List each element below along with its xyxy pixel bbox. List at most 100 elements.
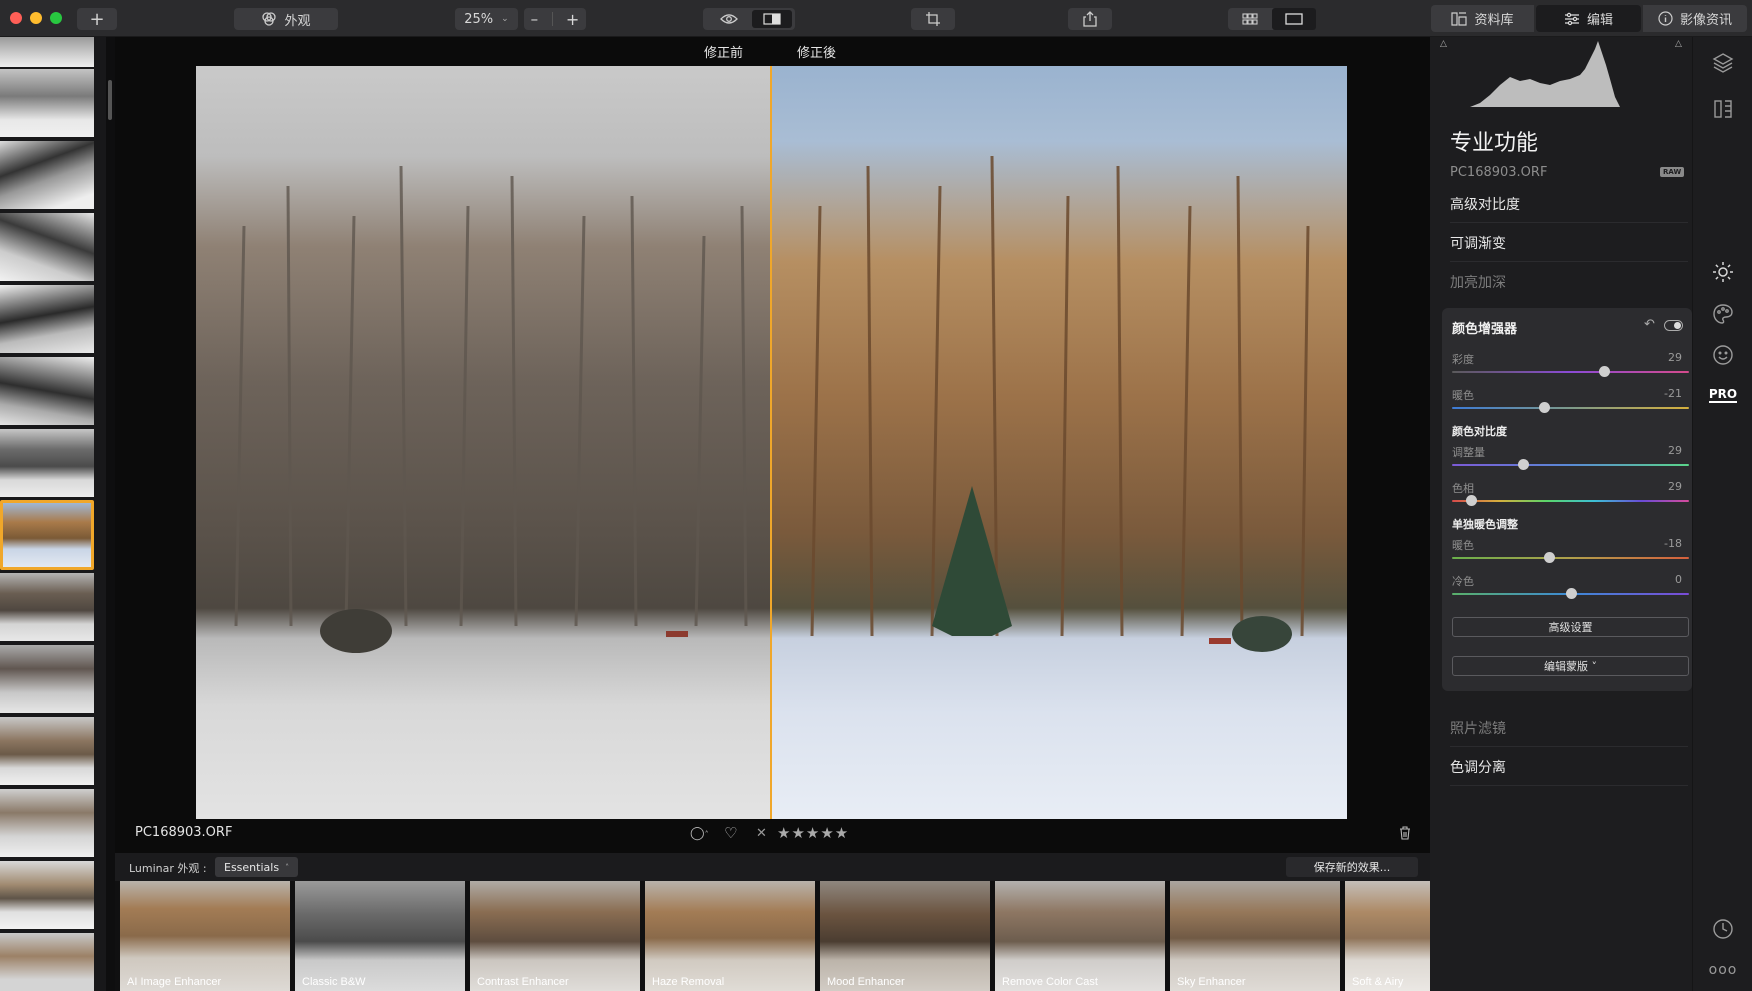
- reject-button[interactable]: ✕: [756, 826, 767, 841]
- look-thumbnail[interactable]: Classic B&W: [295, 881, 465, 991]
- film-thumbnail[interactable]: [0, 213, 94, 281]
- highlight-clipping-toggle[interactable]: △: [1675, 39, 1682, 49]
- visibility-toggle[interactable]: [1664, 320, 1683, 331]
- minimize-window-button[interactable]: [30, 12, 42, 24]
- save-look-button[interactable]: 保存新的效果...: [1286, 857, 1418, 877]
- slider-knob[interactable]: [1544, 552, 1556, 563]
- look-thumbnail[interactable]: Mood Enhancer: [820, 881, 990, 991]
- tool-label: 加亮加深: [1450, 275, 1506, 291]
- reset-icon[interactable]: ↶: [1644, 317, 1655, 332]
- zoom-in-button[interactable]: +: [566, 10, 579, 29]
- cool-slider[interactable]: [1452, 588, 1689, 599]
- slider-knob[interactable]: [1518, 459, 1530, 470]
- tab-info[interactable]: 影像资讯: [1643, 5, 1747, 32]
- tab-edit[interactable]: 编辑: [1536, 5, 1641, 32]
- warmth-slider[interactable]: [1452, 402, 1689, 413]
- compare-button[interactable]: [751, 10, 792, 28]
- layers-button[interactable]: [1711, 51, 1735, 75]
- star-rating[interactable]: ★★★★★: [777, 824, 849, 842]
- film-thumbnail[interactable]: [0, 357, 94, 425]
- eye-icon: [720, 14, 738, 24]
- shadow-clipping-toggle[interactable]: △: [1440, 39, 1447, 49]
- eye-preview-button[interactable]: [707, 8, 752, 30]
- warm-slider[interactable]: [1452, 552, 1689, 563]
- tool-label: 照片滤镜: [1450, 720, 1506, 737]
- film-thumbnail[interactable]: [0, 645, 94, 713]
- tab-library-label: 资料库: [1474, 13, 1514, 28]
- slider-value: 29: [1668, 351, 1682, 364]
- card-title: 颜色增强器: [1452, 322, 1518, 337]
- film-thumbnail[interactable]: [0, 141, 94, 209]
- look-thumbnail[interactable]: Contrast Enhancer: [470, 881, 640, 991]
- zoom-select[interactable]: 25% ⌄: [455, 8, 518, 30]
- film-thumbnail[interactable]: [0, 69, 94, 137]
- slider-label: 冷色: [1452, 575, 1474, 588]
- share-button[interactable]: [1068, 8, 1112, 30]
- portrait-button[interactable]: [1711, 343, 1735, 367]
- look-thumbnail[interactable]: Soft & Airy: [1345, 881, 1430, 991]
- close-window-button[interactable]: [10, 12, 22, 24]
- slider-label: 暖色: [1452, 539, 1474, 552]
- film-thumbnail[interactable]: [0, 429, 94, 497]
- history-button[interactable]: [1711, 917, 1735, 941]
- single-view-button[interactable]: [1272, 8, 1316, 30]
- clock-icon: [1713, 919, 1733, 939]
- crop-button[interactable]: [911, 8, 955, 30]
- slider-knob[interactable]: [1565, 588, 1577, 599]
- tool-photo-filter[interactable]: 照片滤镜: [1450, 709, 1688, 747]
- color-enhancer-card: 颜色增强器 ↶ 彩度 29 暖色 -21 颜色对比度 调整量 29 色相 29 …: [1442, 308, 1692, 691]
- tool-dodge-burn[interactable]: 加亮加深: [1450, 263, 1688, 301]
- film-thumbnail[interactable]: [0, 933, 94, 991]
- look-thumbnail[interactable]: Remove Color Cast: [995, 881, 1165, 991]
- looks-button[interactable]: 外观: [234, 8, 338, 30]
- favorite-button[interactable]: ♡: [724, 824, 737, 842]
- slider-knob[interactable]: [1539, 402, 1551, 413]
- slider-knob[interactable]: [1598, 366, 1610, 377]
- tool-adjustable-gradient[interactable]: 可调渐变: [1450, 224, 1688, 262]
- canvas-button[interactable]: [1711, 97, 1735, 121]
- more-button[interactable]: ooo: [1708, 958, 1738, 982]
- canvas-icon: [1714, 100, 1732, 118]
- panel-title: 专业功能: [1450, 131, 1539, 156]
- film-thumbnail[interactable]: [0, 717, 94, 785]
- delete-button[interactable]: [1399, 826, 1411, 843]
- color-label-button[interactable]: ◯˄: [690, 826, 709, 841]
- tab-library[interactable]: 资料库: [1431, 5, 1534, 32]
- filmstrip-scrollbar[interactable]: [108, 80, 112, 120]
- amount-slider[interactable]: [1452, 459, 1689, 470]
- pro-button[interactable]: PRO: [1708, 383, 1738, 407]
- compare-divider-handle[interactable]: [770, 66, 772, 819]
- tool-split-toning[interactable]: 色调分离: [1450, 748, 1688, 786]
- look-thumbnail[interactable]: Haze Removal: [645, 881, 815, 991]
- split-view-icon: [762, 13, 781, 25]
- more-dots-icon: ooo: [1708, 962, 1738, 978]
- film-thumbnail[interactable]: [0, 285, 94, 353]
- zoom-out-button[interactable]: –: [531, 10, 539, 28]
- edit-mask-button[interactable]: 编辑蒙版 ˅: [1452, 656, 1689, 676]
- creative-button[interactable]: [1711, 302, 1735, 326]
- looks-prefix: Luminar 外观 :: [129, 862, 207, 875]
- slider-knob[interactable]: [1465, 495, 1477, 506]
- look-label: Remove Color Cast: [1002, 976, 1098, 988]
- film-thumbnail[interactable]: [0, 789, 94, 857]
- tool-category-column: PRO ooo: [1692, 37, 1752, 991]
- saturation-slider[interactable]: [1452, 366, 1689, 377]
- zoom-window-button[interactable]: [50, 12, 62, 24]
- essentials-button[interactable]: [1711, 260, 1735, 284]
- film-thumbnail[interactable]: [0, 861, 94, 929]
- film-thumbnail[interactable]: [0, 37, 94, 67]
- look-thumbnail[interactable]: AI Image Enhancer: [120, 881, 290, 991]
- advanced-settings-button[interactable]: 高级设置: [1452, 617, 1689, 637]
- look-thumbnail[interactable]: Sky Enhancer: [1170, 881, 1340, 991]
- photo-after: [772, 66, 1347, 819]
- crop-icon: [926, 12, 940, 26]
- slider-label: 色相: [1452, 482, 1474, 495]
- chevron-down-icon: ⌄: [501, 14, 509, 24]
- grid-view-button[interactable]: [1228, 13, 1272, 25]
- film-thumbnail-selected[interactable]: [0, 500, 94, 570]
- add-button[interactable]: +: [77, 8, 117, 30]
- tool-advanced-contrast[interactable]: 高级对比度: [1450, 185, 1688, 223]
- hue-slider[interactable]: [1452, 495, 1689, 506]
- film-thumbnail[interactable]: [0, 573, 94, 641]
- looks-collection-select[interactable]: Essentials ˄: [215, 857, 299, 877]
